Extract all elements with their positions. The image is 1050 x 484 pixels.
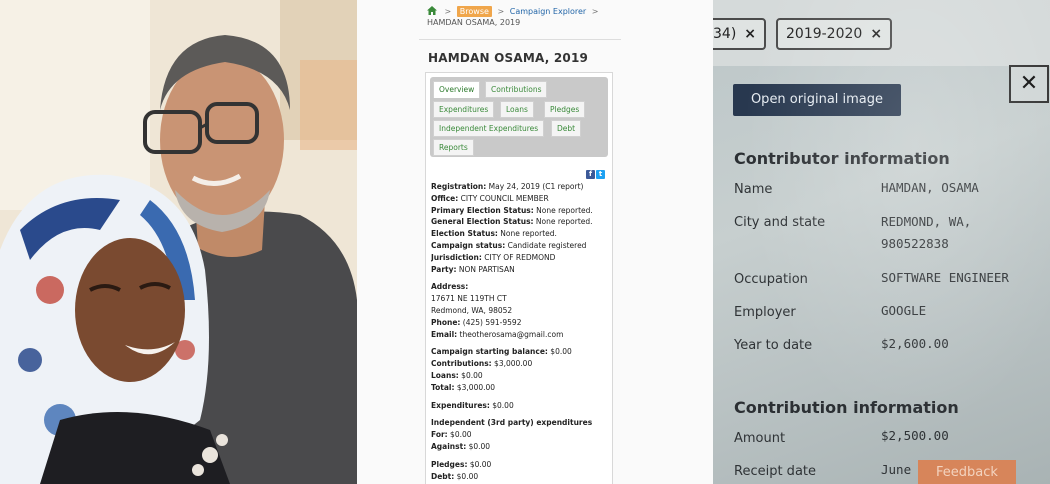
feedback-button[interactable]: Feedback	[918, 460, 1016, 484]
name-value: HAMDAN, OSAMA	[881, 180, 979, 195]
tab-debt[interactable]: Debt	[551, 120, 582, 137]
city-value-line1: REDMOND, WA,	[881, 214, 972, 229]
filter-chip-cycle[interactable]: 2019-2020 ×	[776, 18, 893, 50]
detail-starting-balance: Campaign starting balance: $0.00	[431, 347, 572, 357]
occupation-label: Occupation	[734, 272, 808, 287]
breadcrumb-separator: >	[444, 7, 452, 16]
breadcrumb-browse-link[interactable]: Browse	[456, 6, 492, 17]
detail-general-status: General Election Status: None reported.	[431, 217, 593, 227]
twitter-icon[interactable]: t	[596, 170, 605, 179]
detail-debt: Debt: $0.00	[431, 471, 479, 481]
detail-address-label: Address:	[431, 282, 469, 292]
selfie-illustration	[0, 0, 357, 484]
candidate-info-box: Overview Contributions Expenditures Loan…	[425, 72, 613, 484]
detail-address-line2: Redmond, WA, 98052	[431, 305, 513, 315]
employer-value: GOOGLE	[881, 303, 927, 318]
breadcrumb-separator: >	[591, 7, 599, 16]
breadcrumb-current: HAMDAN OSAMA, 2019	[427, 18, 521, 27]
contributor-heading: Contributor information	[734, 149, 950, 168]
amount-label: Amount	[734, 431, 786, 446]
remove-filter-icon[interactable]: ×	[744, 26, 756, 42]
detail-total: Total: $3,000.00	[431, 382, 496, 392]
city-value-line2: 980522838	[881, 236, 949, 251]
detail-phone: Phone: (425) 591-9592	[431, 317, 522, 327]
breadcrumb-campaign-explorer-link[interactable]: Campaign Explorer	[510, 7, 586, 16]
tab-pledges[interactable]: Pledges	[544, 101, 586, 118]
name-label: Name	[734, 182, 773, 197]
contribution-heading: Contribution information	[734, 398, 959, 417]
detail-election-status: Election Status: None reported.	[431, 229, 557, 239]
detail-campaign-status: Campaign status: Candidate registered	[431, 240, 587, 250]
detail-address-line1: 17671 NE 119TH CT	[431, 294, 507, 304]
detail-pledges: Pledges: $0.00	[431, 459, 492, 469]
ytd-label: Year to date	[734, 338, 813, 353]
detail-jurisdiction: Jurisdiction: CITY OF REDMOND	[431, 252, 556, 262]
divider	[419, 39, 621, 40]
detail-registration: Registration: May 24, 2019 (C1 report)	[431, 182, 584, 191]
candidate-details: Registration: May 24, 2019 (C1 report) O…	[431, 181, 613, 482]
tab-overview[interactable]: Overview	[433, 81, 481, 98]
social-share: ft	[585, 161, 605, 180]
home-icon[interactable]	[427, 6, 437, 15]
detail-against: Against: $0.00	[431, 441, 491, 451]
detail-email: Email: theotherosama@gmail.com	[431, 329, 564, 339]
page-title: HAMDAN OSAMA, 2019	[428, 51, 589, 65]
city-label: City and state	[734, 215, 826, 230]
tab-bar: Overview Contributions Expenditures Loan…	[430, 77, 608, 157]
filter-chip[interactable]: 34) ×	[713, 18, 767, 50]
receipt-date-value: June	[881, 462, 912, 477]
campaign-explorer-page: > Browse > Campaign Explorer > HAMDAN OS…	[357, 0, 713, 484]
tab-expenditures[interactable]: Expenditures	[433, 101, 495, 118]
detail-for: For: $0.00	[431, 430, 472, 440]
breadcrumb-separator: >	[497, 7, 505, 16]
tab-reports[interactable]: Reports	[433, 139, 474, 156]
detail-contributions: Contributions: $3,000.00	[431, 359, 533, 369]
occupation-value: SOFTWARE ENGINEER	[881, 270, 1009, 285]
detail-party: Party: NON PARTISAN	[431, 264, 515, 274]
open-original-image-button[interactable]: Open original image	[733, 84, 901, 116]
filter-bar: 34) × 2019-2020 ×	[713, 0, 1050, 66]
ytd-value: $2,600.00	[881, 336, 949, 351]
tab-loans[interactable]: Loans	[500, 101, 534, 118]
tab-independent-expenditures[interactable]: Independent Expenditures	[433, 120, 545, 137]
tab-contributions[interactable]: Contributions	[485, 81, 548, 98]
amount-value: $2,500.00	[881, 428, 949, 443]
breadcrumb: > Browse > Campaign Explorer > HAMDAN OS…	[427, 6, 627, 28]
employer-label: Employer	[734, 305, 796, 320]
remove-filter-icon[interactable]: ×	[870, 26, 882, 42]
contribution-record-screen: 34) × 2019-2020 × ✕ Open original image Co…	[713, 0, 1050, 484]
facebook-icon[interactable]: f	[586, 170, 595, 179]
detail-expenditures: Expenditures: $0.00	[431, 400, 514, 410]
detail-independent-heading: Independent (3rd party) expenditures	[431, 418, 593, 428]
detail-primary-status: Primary Election Status: None reported.	[431, 205, 593, 215]
close-button[interactable]: ✕	[1009, 65, 1049, 103]
receipt-date-label: Receipt date	[734, 464, 816, 479]
detail-loans: Loans: $0.00	[431, 370, 483, 380]
detail-office: Office: CITY COUNCIL MEMBER	[431, 193, 549, 203]
selfie-photo	[0, 0, 357, 484]
